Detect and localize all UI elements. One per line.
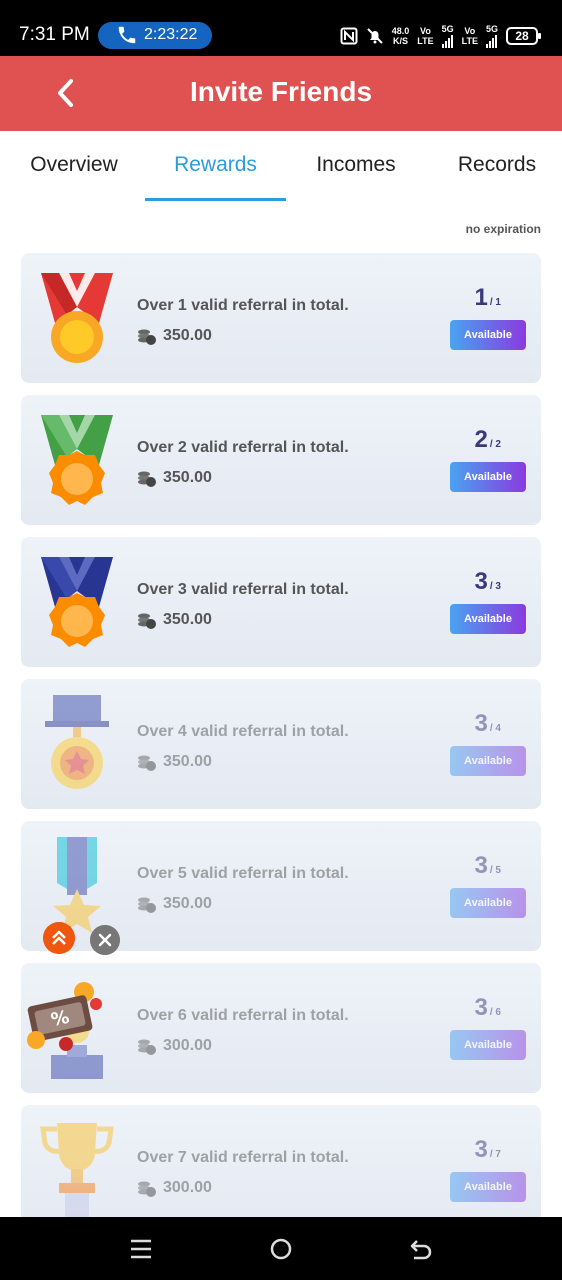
progress-current: 3 — [474, 568, 488, 595]
progress-current: 3 — [474, 1136, 488, 1163]
reward-card: Over 7 valid referral in total. 300.00 3… — [21, 1105, 541, 1217]
phone-icon — [118, 26, 136, 44]
referral-progress: 3/ 7 — [475, 1136, 501, 1164]
promo-gift-icon[interactable]: % — [22, 978, 108, 1054]
signal-bars-icon — [441, 34, 454, 48]
referral-progress: 2/ 2 — [475, 426, 501, 454]
reward-description: Over 5 valid referral in total. — [137, 865, 349, 882]
coins-icon — [138, 329, 156, 345]
reward-amount: 300.00 — [163, 1037, 212, 1054]
referral-progress: 1/ 1 — [475, 284, 501, 312]
status-time: 7:31 PM — [19, 24, 90, 45]
home-icon[interactable] — [268, 1236, 294, 1262]
rewards-list[interactable]: no expiration Over 1 valid referral in t… — [0, 203, 562, 1217]
reward-description: Over 6 valid referral in total. — [137, 1007, 349, 1024]
progress-target: / 3 — [489, 581, 501, 592]
reward-card: Over 3 valid referral in total. 350.00 3… — [21, 537, 541, 667]
coins-icon — [138, 755, 156, 771]
blue-ribbon-medal-icon — [41, 557, 113, 647]
reward-description: Over 4 valid referral in total. — [137, 723, 349, 740]
star-medal-icon — [53, 837, 101, 933]
progress-current: 2 — [474, 426, 488, 453]
reward-amount: 350.00 — [163, 611, 212, 628]
referral-progress: 3/ 4 — [475, 710, 501, 738]
signal-bars-icon — [485, 34, 498, 48]
call-duration: 2:23:22 — [144, 26, 198, 43]
reward-description: Over 2 valid referral in total. — [137, 439, 349, 456]
coins-icon — [138, 613, 156, 629]
progress-current: 3 — [474, 994, 488, 1021]
app-header: Invite Friends — [0, 56, 562, 131]
active-tab-indicator — [145, 198, 286, 201]
progress-target: / 1 — [489, 297, 501, 308]
progress-current: 3 — [474, 852, 488, 879]
reward-card: Over 1 valid referral in total. 350.00 1… — [21, 253, 541, 383]
tab-overview[interactable]: Overview — [14, 153, 134, 177]
available-button[interactable]: Available — [450, 604, 526, 634]
battery-indicator: 28 — [506, 27, 541, 45]
tab-rewards[interactable]: Rewards — [145, 153, 286, 177]
page-title: Invite Friends — [189, 76, 373, 107]
reward-description: Over 1 valid referral in total. — [137, 297, 349, 314]
tab-records[interactable]: Records — [437, 153, 557, 177]
available-button[interactable]: Available — [450, 1030, 526, 1060]
bell-muted-icon — [367, 28, 383, 44]
available-button[interactable]: Available — [450, 888, 526, 918]
reward-card: Over 4 valid referral in total. 350.00 3… — [21, 679, 541, 809]
sim2-signal: 5G — [485, 24, 498, 48]
available-button[interactable]: Available — [450, 746, 526, 776]
green-ribbon-medal-icon — [41, 415, 113, 505]
red-ribbon-medal-icon — [41, 273, 113, 363]
nfc-icon — [340, 27, 358, 45]
reward-amount: 350.00 — [163, 895, 212, 912]
reward-description: Over 7 valid referral in total. — [137, 1149, 349, 1166]
expand-up-icon[interactable] — [43, 922, 75, 954]
referral-progress: 3/ 5 — [475, 852, 501, 880]
coins-icon — [138, 897, 156, 913]
reward-amount: 350.00 — [163, 469, 212, 486]
back-icon[interactable] — [408, 1236, 434, 1262]
system-nav-bar — [0, 1217, 562, 1280]
available-button[interactable]: Available — [450, 1172, 526, 1202]
reward-amount: 300.00 — [163, 1179, 212, 1196]
status-bar: 7:31 PM 2:23:22 48.0 K/S Vo LTE 5G Vo LT… — [0, 0, 562, 56]
close-icon[interactable] — [90, 925, 120, 955]
progress-target: / 5 — [489, 865, 501, 876]
coins-icon — [138, 1181, 156, 1197]
progress-target: / 6 — [489, 1007, 501, 1018]
progress-current: 1 — [474, 284, 488, 311]
reward-card: Over 2 valid referral in total. 350.00 2… — [21, 395, 541, 525]
tab-incomes[interactable]: Incomes — [296, 153, 416, 177]
available-button[interactable]: Available — [450, 320, 526, 350]
coins-icon — [138, 1039, 156, 1055]
trophy-icon — [40, 1123, 114, 1217]
progress-target: / 2 — [489, 439, 501, 450]
sim1-signal: 5G — [441, 24, 454, 48]
reward-amount: 350.00 — [163, 327, 212, 344]
available-button[interactable]: Available — [450, 462, 526, 492]
progress-target: / 4 — [489, 723, 501, 734]
status-icons: 48.0 K/S Vo LTE 5G Vo LTE 5G 28 — [340, 22, 541, 50]
expiry-note: no expiration — [465, 222, 541, 236]
menu-icon[interactable] — [128, 1236, 154, 1262]
sim1-volte: Vo LTE — [417, 26, 434, 46]
badge-medal-icon — [45, 695, 109, 789]
network-speed: 48.0 K/S — [391, 26, 410, 46]
reward-amount: 350.00 — [163, 753, 212, 770]
sim2-volte: Vo LTE — [461, 26, 478, 46]
reward-description: Over 3 valid referral in total. — [137, 581, 349, 598]
coins-icon — [138, 471, 156, 487]
progress-current: 3 — [474, 710, 488, 737]
referral-progress: 3/ 6 — [475, 994, 501, 1022]
ongoing-call-pill[interactable]: 2:23:22 — [98, 22, 212, 49]
referral-progress: 3/ 3 — [475, 568, 501, 596]
tab-bar: Overview Rewards Incomes Records — [0, 131, 562, 203]
progress-target: / 7 — [489, 1149, 501, 1160]
